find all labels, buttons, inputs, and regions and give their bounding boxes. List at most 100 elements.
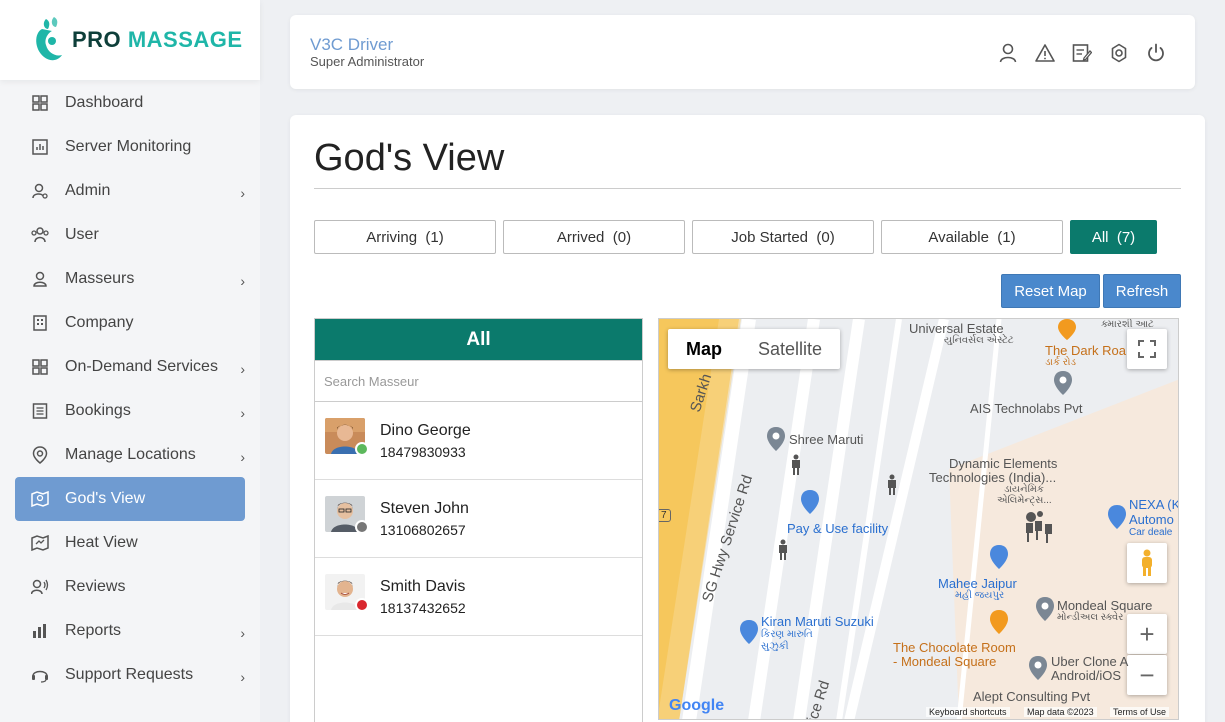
power-icon[interactable] [1145, 42, 1167, 64]
user-role: Super Administrator [310, 54, 425, 69]
settings-icon[interactable] [1108, 42, 1130, 64]
chevron-right-icon: › [240, 449, 245, 465]
map-label: NEXA (K [1129, 497, 1179, 512]
filter-all[interactable]: All (7) [1070, 220, 1157, 254]
chevron-right-icon: › [240, 625, 245, 641]
masseur-marker-icon [888, 474, 896, 495]
person-icon [31, 270, 49, 288]
map-label: Alept Consulting Pvt [973, 689, 1091, 704]
map-tab-satellite[interactable]: Satellite [740, 329, 840, 369]
fullscreen-icon[interactable] [1127, 329, 1167, 369]
masseur-row[interactable]: Dino George 18479830933 [315, 402, 642, 480]
filter-label: Available [928, 228, 989, 246]
sidebar-item-label: Reports [65, 622, 122, 639]
map-label: Uber Clone A [1051, 654, 1129, 669]
map-label: મહી જયપુર [955, 590, 1005, 601]
sidebar-item-company[interactable]: Company [15, 301, 245, 345]
map-label: મોન્ડીઅલ સ્ક્વેર [1057, 612, 1124, 623]
map-tab-map[interactable]: Map [668, 329, 740, 369]
map-label: Universal Estate [909, 321, 1004, 336]
map-pin-icon [1029, 656, 1047, 680]
masseur-marker-icon [792, 454, 800, 475]
profile-icon[interactable] [997, 42, 1019, 64]
sidebar-item-label: Reviews [65, 578, 126, 595]
road-number-badge: 7 [659, 509, 671, 522]
sidebar-item-server-monitoring[interactable]: Server Monitoring [15, 125, 245, 169]
sidebar-item-label: Admin [65, 182, 111, 199]
filter-count: (1) [425, 228, 444, 246]
sidebar-item-reports[interactable]: Reports › [15, 609, 245, 653]
filter-arrived[interactable]: Arrived (0) [503, 220, 685, 254]
sidebar-item-on-demand-services[interactable]: On-Demand Services › [15, 345, 245, 389]
sidebar-item-god-s-view[interactable]: God's View [15, 477, 245, 521]
sidebar-item-masseurs[interactable]: Masseurs › [15, 257, 245, 301]
logo[interactable]: PRO MASSAGE [0, 0, 260, 80]
sidebar-item-heat-view[interactable]: Heat View [15, 521, 245, 565]
map-label: સુઝુકી [761, 641, 789, 652]
google-logo-text: Google [669, 697, 725, 714]
map-label: The Chocolate Room [893, 640, 1016, 655]
map-pin-icon [767, 427, 785, 451]
sidebar-item-label: Heat View [65, 534, 138, 551]
sidebar-item-manage-locations[interactable]: Manage Locations › [15, 433, 245, 477]
map-label: ક્મારશી આટ [1101, 319, 1154, 330]
map-label: યુનિવર્સલ એસ્ટેટ [944, 335, 1014, 346]
pegman-icon[interactable] [1127, 543, 1167, 583]
status-dot [355, 520, 369, 534]
top-header: V3C Driver Super Administrator [290, 15, 1195, 89]
sidebar-item-admin[interactable]: Admin › [15, 169, 245, 213]
filter-count: (7) [1116, 228, 1136, 246]
sidebar-item-dashboard[interactable]: Dashboard [15, 81, 245, 125]
filter-job-started[interactable]: Job Started (0) [692, 220, 874, 254]
map-label: Android/iOS [1051, 668, 1122, 683]
search-masseur-input[interactable] [315, 360, 642, 402]
map-label: ડાયનેમિક [1004, 484, 1044, 495]
list-header: All [315, 319, 642, 360]
map-view[interactable]: Map Satellite + − Universal Estate યુનિવ… [658, 318, 1179, 720]
sidebar-item-support-requests[interactable]: Support Requests › [15, 653, 245, 697]
terms-link[interactable]: Terms of Use [1110, 707, 1170, 717]
refresh-button[interactable]: Refresh [1103, 274, 1181, 308]
list-icon [31, 402, 49, 420]
map-label: Automo [1129, 512, 1174, 527]
shop-pin-icon [740, 620, 758, 644]
sidebar-item-label: Dashboard [65, 94, 144, 111]
masseur-group-icon [1026, 511, 1052, 543]
filter-available[interactable]: Available (1) [881, 220, 1063, 254]
masseur-row[interactable]: Steven John 13106802657 [315, 480, 642, 558]
filter-label: Arriving [366, 228, 418, 246]
masseur-name: Smith Davis [380, 578, 466, 595]
user-name[interactable]: V3C Driver [310, 35, 393, 55]
users-icon [31, 226, 49, 244]
keyboard-shortcuts-link[interactable]: Keyboard shortcuts [926, 707, 1010, 717]
masseur-row[interactable]: Smith Davis 18137432652 [315, 558, 642, 636]
sidebar-item-user[interactable]: User [15, 213, 245, 257]
chevron-right-icon: › [240, 669, 245, 685]
logo-text: PRO MASSAGE [72, 27, 243, 53]
reset-map-button[interactable]: Reset Map [1001, 274, 1100, 308]
masseur-name: Dino George [380, 422, 471, 439]
map-label: AIS Technolabs Pvt [970, 401, 1083, 416]
zoom-in-icon[interactable]: + [1127, 614, 1167, 654]
map-data-label: Map data ©2023 [1024, 707, 1097, 717]
review-icon [31, 578, 49, 596]
bar-chart-icon [31, 622, 49, 640]
alert-icon[interactable] [1034, 42, 1056, 64]
sidebar-item-label: Company [65, 314, 134, 331]
main-card: God's View Arriving (1) Arrived (0) Job … [290, 115, 1205, 722]
map-label: - Mondeal Square [893, 654, 997, 669]
page-title: God's View [314, 137, 505, 179]
edit-icon[interactable] [1071, 42, 1093, 64]
cafe-pin-icon [990, 610, 1008, 634]
filter-count: (0) [816, 228, 835, 246]
sidebar-item-bookings[interactable]: Bookings › [15, 389, 245, 433]
logo-text-pro: PRO [72, 27, 122, 52]
zoom-out-icon[interactable]: − [1127, 655, 1167, 695]
map-pin-icon [1036, 597, 1054, 621]
sidebar-item-label: Masseurs [65, 270, 135, 287]
restaurant-pin-icon [1058, 319, 1076, 340]
location-icon [31, 446, 49, 464]
sidebar-item-reviews[interactable]: Reviews [15, 565, 245, 609]
sidebar-item-label: User [65, 226, 99, 243]
filter-arriving[interactable]: Arriving (1) [314, 220, 496, 254]
